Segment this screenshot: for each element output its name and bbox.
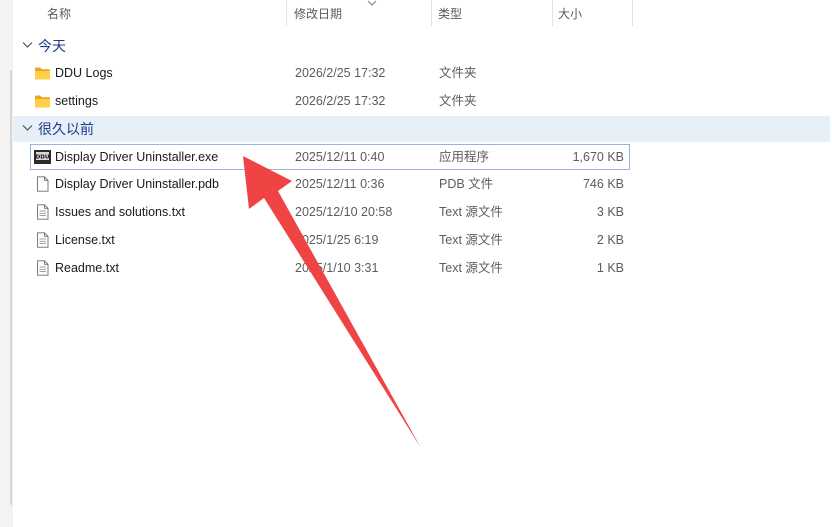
file-type: 文件夹 [439, 66, 477, 80]
group-label: 很久以前 [38, 121, 94, 137]
group-header-today[interactable]: 今天 [13, 33, 830, 59]
text-file-icon [37, 232, 49, 248]
file-icon [37, 176, 49, 192]
file-type: Text 源文件 [439, 233, 503, 247]
column-divider[interactable] [552, 0, 553, 26]
file-row-ddu-logs[interactable]: DDU Logs 2026/2/25 17:32 文件夹 [30, 60, 630, 86]
chevron-down-icon[interactable] [22, 124, 33, 132]
file-name: License.txt [55, 233, 115, 247]
column-header-date[interactable]: 修改日期 [294, 0, 342, 28]
file-size: 3 KB [596, 205, 624, 219]
file-date: 2025/1/10 3:31 [295, 261, 379, 275]
file-date: 2025/12/10 20:58 [295, 205, 393, 219]
file-type: PDB 文件 [439, 177, 494, 191]
file-row-license-txt[interactable]: License.txt 2025/1/25 6:19 Text 源文件 2 KB [30, 227, 630, 253]
column-divider[interactable] [286, 0, 287, 26]
text-file-icon [37, 260, 49, 276]
column-divider[interactable] [431, 0, 432, 26]
folder-icon [35, 67, 50, 80]
file-type: Text 源文件 [439, 261, 503, 275]
file-date: 2026/2/25 17:32 [295, 66, 386, 80]
column-header-name[interactable]: 名称 [47, 0, 71, 28]
file-name: Display Driver Uninstaller.exe [55, 150, 219, 164]
file-date: 2025/1/25 6:19 [295, 233, 379, 247]
file-row-ddu-pdb[interactable]: Display Driver Uninstaller.pdb 2025/12/1… [30, 171, 630, 197]
file-size: 1,670 KB [572, 150, 624, 164]
file-row-settings[interactable]: settings 2026/2/25 17:32 文件夹 [30, 88, 630, 114]
file-row-readme-txt[interactable]: Readme.txt 2025/1/10 3:31 Text 源文件 1 KB [30, 255, 630, 281]
file-size: 2 KB [596, 233, 624, 247]
file-date: 2026/2/25 17:32 [295, 94, 386, 108]
file-name: Issues and solutions.txt [55, 205, 185, 219]
chevron-down-icon[interactable] [22, 41, 33, 49]
file-name: settings [55, 94, 99, 108]
column-header-bar: 名称 修改日期 类型 大小 [13, 0, 832, 28]
group-header-long-ago[interactable]: 很久以前 [13, 116, 830, 142]
file-name: DDU Logs [55, 66, 113, 80]
file-row-issues-txt[interactable]: Issues and solutions.txt 2025/12/10 20:5… [30, 199, 630, 225]
group-label: 今天 [38, 38, 66, 54]
ddu-app-icon: DDU [34, 150, 51, 164]
file-size: 746 KB [582, 177, 624, 191]
text-file-icon [37, 204, 49, 220]
file-name: Display Driver Uninstaller.pdb [55, 177, 219, 191]
file-row-ddu-exe[interactable]: DDU Display Driver Uninstaller.exe 2025/… [30, 144, 630, 170]
file-name: Readme.txt [55, 261, 119, 275]
folder-icon [35, 95, 50, 108]
file-type: Text 源文件 [439, 205, 503, 219]
sort-caret-icon [367, 0, 377, 6]
file-size: 1 KB [596, 261, 624, 275]
column-header-size[interactable]: 大小 [558, 0, 582, 28]
file-date: 2025/12/11 0:36 [295, 177, 385, 191]
file-date: 2025/12/11 0:40 [295, 150, 385, 164]
file-type: 文件夹 [439, 94, 477, 108]
file-type: 应用程序 [439, 150, 490, 164]
svg-text:DDU: DDU [36, 155, 50, 161]
column-header-type[interactable]: 类型 [438, 0, 462, 28]
scrollbar-thumb[interactable] [10, 70, 12, 505]
column-divider[interactable] [632, 0, 633, 26]
